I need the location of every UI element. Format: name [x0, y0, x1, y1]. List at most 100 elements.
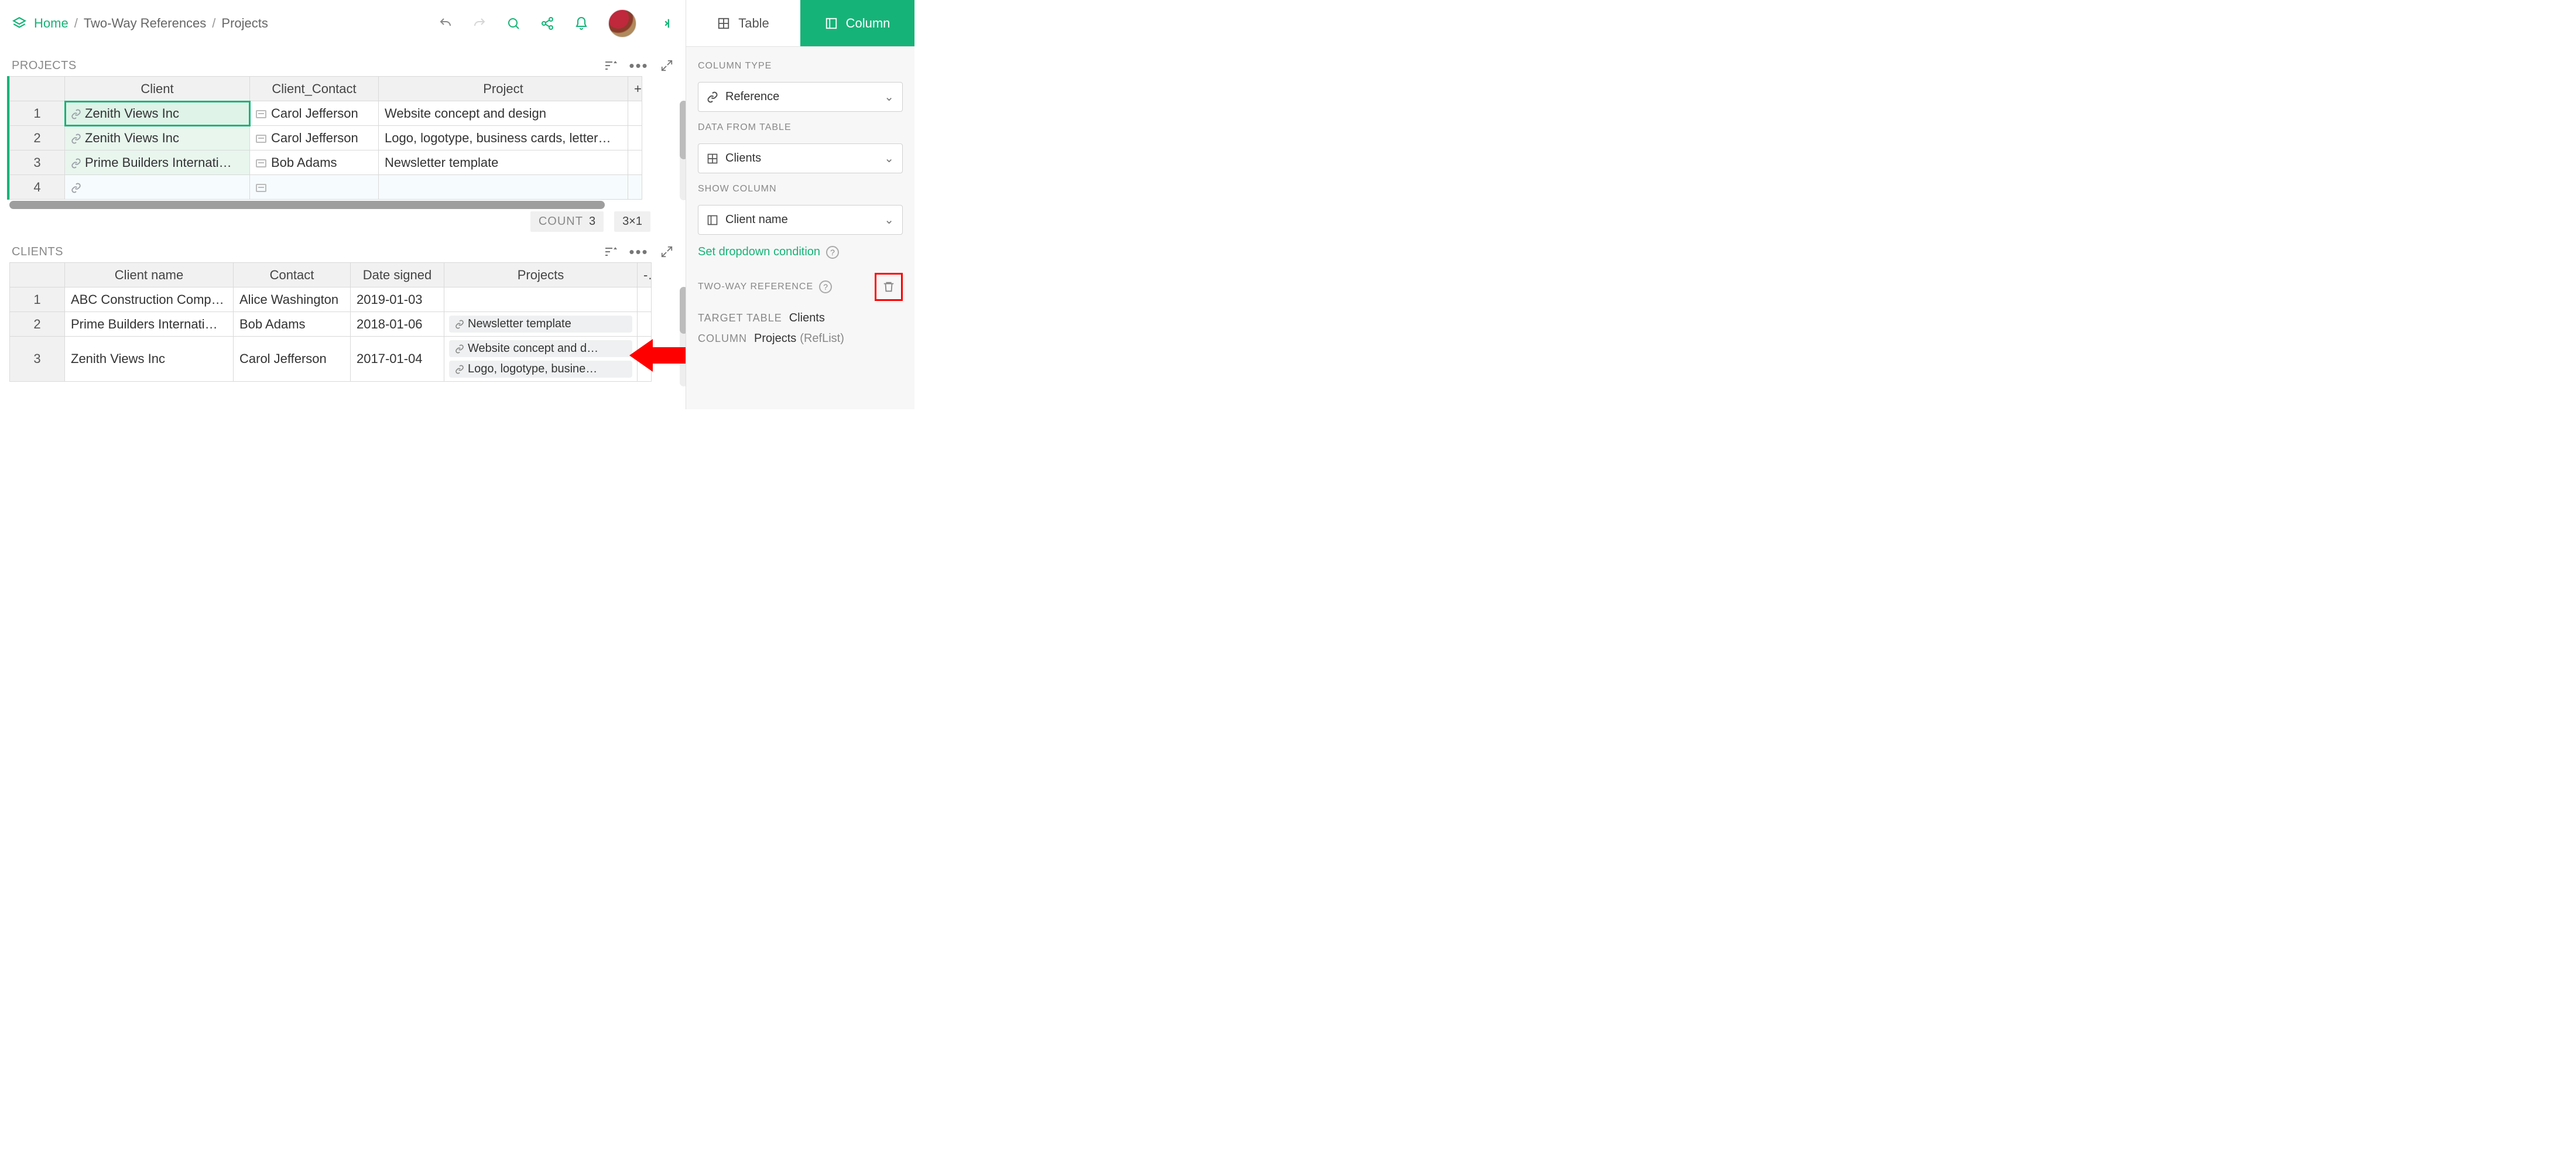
breadcrumb-page[interactable]: Projects	[221, 16, 268, 31]
chip-text: Website concept and d…	[468, 342, 598, 355]
cell-client-name[interactable]: Zenith Views Inc	[65, 337, 234, 382]
select-value: Client name	[725, 213, 788, 227]
cell-contact[interactable]	[250, 175, 379, 200]
select-value: Reference	[725, 90, 779, 104]
cell-project[interactable]: Newsletter template	[379, 150, 628, 175]
redo-icon[interactable]	[472, 16, 487, 30]
table-row[interactable]: 2 Zenith Views Inc Carol Jefferson Logo,…	[10, 126, 642, 150]
sort-filter-icon[interactable]	[604, 59, 618, 73]
col-header-date[interactable]: Date signed	[351, 263, 444, 287]
add-column-button[interactable]: -	[638, 263, 652, 287]
breadcrumb-doc[interactable]: Two-Way References	[84, 16, 206, 31]
projects-table[interactable]: Client Client_Contact Project + 1 Zenith…	[9, 76, 642, 200]
breadcrumb-sep: /	[212, 16, 215, 31]
tab-table[interactable]: Table	[686, 0, 800, 47]
cell-date[interactable]: 2019-01-03	[351, 287, 444, 312]
add-column-button[interactable]: +	[628, 77, 642, 101]
trash-icon	[882, 280, 895, 293]
select-value: Clients	[725, 152, 761, 165]
col-header-project[interactable]: Project	[379, 77, 628, 101]
panel-toggle-icon[interactable]	[661, 16, 674, 30]
clients-table[interactable]: Client name Contact Date signed Projects…	[9, 262, 652, 382]
vertical-scrollbar[interactable]	[680, 101, 686, 200]
col-header-contact[interactable]: Contact	[234, 263, 351, 287]
help-icon[interactable]: ?	[819, 280, 832, 293]
card-icon	[256, 110, 266, 118]
cell-date[interactable]: 2018-01-06	[351, 312, 444, 337]
delete-two-way-button[interactable]	[875, 273, 903, 301]
row-count: COUNT3	[530, 211, 604, 232]
cell-contact[interactable]: Carol Jefferson	[250, 101, 379, 126]
expand-icon[interactable]	[660, 245, 674, 259]
cell-contact[interactable]: Carol Jefferson	[250, 126, 379, 150]
grid-dims: 3×1	[614, 211, 650, 232]
tab-column[interactable]: Column	[800, 0, 914, 47]
chip-text: Logo, logotype, busine…	[468, 362, 597, 376]
col-header-contact[interactable]: Client_Contact	[250, 77, 379, 101]
cell-contact[interactable]: Carol Jefferson	[234, 337, 351, 382]
cell-date[interactable]: 2017-01-04	[351, 337, 444, 382]
cell-projects[interactable]: Website concept and d… Logo, logotype, bu…	[444, 337, 638, 382]
label-column-type: COLUMN TYPE	[698, 61, 903, 71]
set-dropdown-condition-link[interactable]: Set dropdown condition	[698, 245, 820, 259]
sort-filter-icon[interactable]	[604, 245, 618, 259]
vertical-scrollbar[interactable]	[680, 287, 686, 386]
breadcrumb-home[interactable]: Home	[34, 16, 68, 31]
cell-text: Zenith Views Inc	[85, 131, 179, 145]
cell-contact[interactable]: Bob Adams	[234, 312, 351, 337]
table-row-new[interactable]: 4	[10, 175, 642, 200]
reference-chip[interactable]: Website concept and d…	[449, 340, 632, 357]
select-data-from[interactable]: Clients ⌄	[698, 143, 903, 173]
section-title-clients: CLIENTS	[12, 245, 63, 259]
horizontal-scrollbar[interactable]	[9, 201, 656, 209]
avatar[interactable]	[608, 9, 636, 37]
more-menu-icon[interactable]: •••	[632, 245, 646, 259]
undo-icon[interactable]	[439, 16, 453, 30]
cell-project[interactable]: Logo, logotype, business cards, letter…	[379, 126, 628, 150]
top-actions	[439, 9, 674, 37]
cell-text: Carol Jefferson	[271, 106, 358, 121]
search-icon[interactable]	[506, 16, 520, 30]
row-number: 1	[10, 287, 65, 312]
kv-target-table: TARGET TABLE Clients	[698, 311, 903, 325]
table-row[interactable]: 2Prime Builders Internati…Bob Adams2018-…	[10, 312, 652, 337]
section-projects: PROJECTS •••	[0, 59, 686, 232]
cell-text: Zenith Views Inc	[85, 106, 179, 121]
table-row[interactable]: 1 Zenith Views Inc Carol Jefferson Websi…	[10, 101, 642, 126]
cell-projects[interactable]	[444, 287, 638, 312]
cell-contact[interactable]: Bob Adams	[250, 150, 379, 175]
table-row[interactable]: 3Zenith Views IncCarol Jefferson2017-01-…	[10, 337, 652, 382]
col-header-client-name[interactable]: Client name	[65, 263, 234, 287]
cell-project[interactable]	[379, 175, 628, 200]
select-column-type[interactable]: Reference ⌄	[698, 82, 903, 112]
cell-project[interactable]: Website concept and design	[379, 101, 628, 126]
row-number: 1	[10, 101, 65, 126]
row-number: 3	[10, 337, 65, 382]
cell-client[interactable]: Zenith Views Inc	[65, 101, 250, 126]
cell-client-name[interactable]: Prime Builders Internati…	[65, 312, 234, 337]
section-clients: CLIENTS •••	[0, 245, 686, 382]
expand-icon[interactable]	[660, 59, 674, 73]
cell-text: Carol Jefferson	[271, 131, 358, 145]
select-show-column[interactable]: Client name ⌄	[698, 205, 903, 235]
notifications-icon[interactable]	[574, 16, 588, 30]
tab-label: Table	[738, 16, 769, 31]
cell-client-name[interactable]: ABC Construction Comp…	[65, 287, 234, 312]
col-header-projects[interactable]: Projects	[444, 263, 638, 287]
cell-client[interactable]	[65, 175, 250, 200]
more-menu-icon[interactable]: •••	[632, 59, 646, 73]
share-icon[interactable]	[540, 16, 554, 30]
col-header-client[interactable]: Client	[65, 77, 250, 101]
reference-chip[interactable]: Logo, logotype, busine…	[449, 361, 632, 378]
row-number: 4	[10, 175, 65, 200]
cell-client[interactable]: Prime Builders Internati…	[65, 150, 250, 175]
cell-projects[interactable]: Newsletter template	[444, 312, 638, 337]
table-row[interactable]: 1ABC Construction Comp…Alice Washington2…	[10, 287, 652, 312]
top-bar: Home / Two-Way References / Projects	[0, 0, 686, 47]
help-icon[interactable]: ?	[826, 246, 839, 259]
cell-contact[interactable]: Alice Washington	[234, 287, 351, 312]
table-row[interactable]: 3 Prime Builders Internati… Bob Adams Ne…	[10, 150, 642, 175]
app-logo-icon[interactable]	[12, 16, 27, 31]
reference-chip[interactable]: Newsletter template	[449, 316, 632, 333]
cell-client[interactable]: Zenith Views Inc	[65, 126, 250, 150]
